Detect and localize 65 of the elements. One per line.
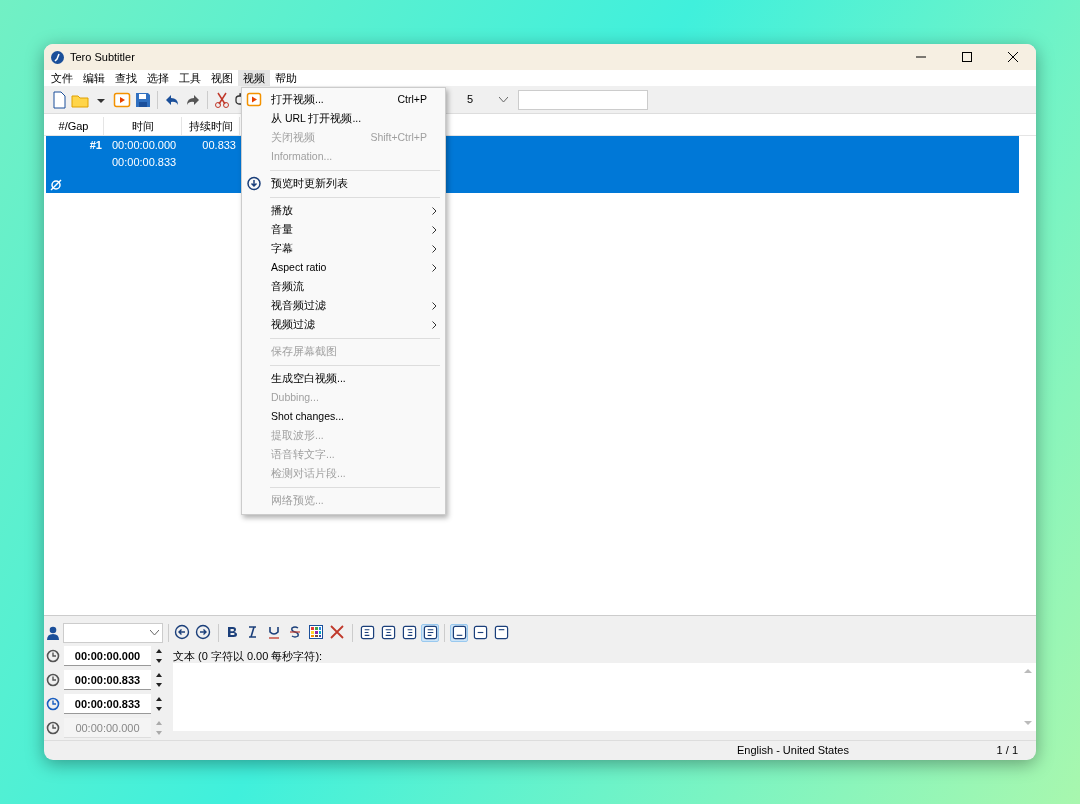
menu-option[interactable]: 打开视频... Ctrl+P	[242, 90, 445, 109]
time-field[interactable]: 00:00:00.833	[64, 670, 151, 690]
language-status: English - United States	[737, 743, 849, 759]
menu-option[interactable]: Shot changes...	[242, 407, 445, 426]
text-label: 文本 (0 字符以 0.00 每秒字符):	[173, 649, 324, 662]
search-field[interactable]	[518, 89, 648, 110]
menu-option[interactable]: 播放	[242, 201, 445, 220]
time-field[interactable]: 00:00:00.000	[64, 646, 151, 666]
previous-icon[interactable]	[174, 623, 192, 642]
save-icon[interactable]	[134, 90, 152, 109]
menu-option[interactable]: 预览时更新列表	[242, 174, 445, 193]
new-file-icon[interactable]	[50, 90, 68, 109]
table-cell-text: 00:00:00.000	[112, 138, 178, 153]
chevron-down-icon	[150, 629, 159, 636]
column-header[interactable]: 持续时间	[182, 117, 240, 135]
start-time-icon	[46, 649, 60, 663]
menu-option[interactable]: 生成空白视频...	[242, 369, 445, 388]
text-input-area[interactable]	[173, 663, 1036, 731]
scrollbar[interactable]	[1022, 667, 1034, 727]
menu-item[interactable]: 编辑	[78, 70, 110, 86]
menu-item[interactable]: 视频	[238, 70, 270, 86]
menu-item[interactable]: 文件	[46, 70, 78, 86]
column-header[interactable]: 时间	[104, 117, 182, 135]
align-center-icon[interactable]	[379, 623, 397, 642]
chevron-down-icon	[499, 96, 508, 103]
position-status: 1 / 1	[996, 743, 1018, 759]
table-cell: #1	[89, 139, 102, 151]
menu-option[interactable]: 音频流	[242, 277, 445, 296]
close-icon	[1008, 52, 1018, 62]
maximize-icon	[962, 52, 972, 62]
table-cell: 00.833	[202, 139, 236, 151]
person-icon	[46, 625, 60, 640]
gap-time-icon	[46, 721, 60, 735]
table-cell-text: 00:00:00.833	[112, 154, 178, 170]
position-top-icon[interactable]	[492, 623, 510, 642]
duration-icon	[46, 697, 60, 711]
menu-option[interactable]: Aspect ratio	[242, 258, 445, 277]
video-file-icon	[246, 92, 262, 107]
menu-item[interactable]: 工具	[174, 70, 206, 86]
menu-item[interactable]: 选择	[142, 70, 174, 86]
end-time-icon	[46, 673, 60, 687]
menu-item[interactable]: 视图	[206, 70, 238, 86]
menu-option[interactable]: 从 URL 打开视频...	[242, 109, 445, 128]
align-justify-icon[interactable]	[421, 623, 439, 642]
menu-item[interactable]: 查找	[110, 70, 142, 86]
download-icon	[246, 176, 262, 191]
next-icon[interactable]	[195, 623, 213, 642]
app-logo-icon	[51, 50, 64, 64]
no-symbol-icon	[50, 179, 62, 191]
window-title: Tero Subtitler	[70, 49, 135, 65]
menu-option[interactable]: 视频过滤	[242, 315, 445, 334]
column-header[interactable]: #/Gap	[44, 117, 104, 135]
align-left-icon[interactable]	[358, 623, 376, 642]
align-right-icon[interactable]	[400, 623, 418, 642]
color-grid-icon[interactable]	[308, 623, 326, 642]
dropdown[interactable]: 5	[465, 89, 511, 110]
time-field[interactable]: 00:00:00.833	[64, 694, 151, 714]
menu-option[interactable]: 字幕	[242, 239, 445, 258]
cut-icon[interactable]	[213, 90, 231, 109]
position-middle-icon[interactable]	[471, 623, 489, 642]
menu-option[interactable]: 视音频过滤	[242, 296, 445, 315]
menu-item[interactable]: 帮助	[270, 70, 302, 86]
menu-option[interactable]: 音量	[242, 220, 445, 239]
position-bottom-icon[interactable]	[450, 623, 468, 642]
video-file-icon[interactable]	[113, 90, 131, 109]
